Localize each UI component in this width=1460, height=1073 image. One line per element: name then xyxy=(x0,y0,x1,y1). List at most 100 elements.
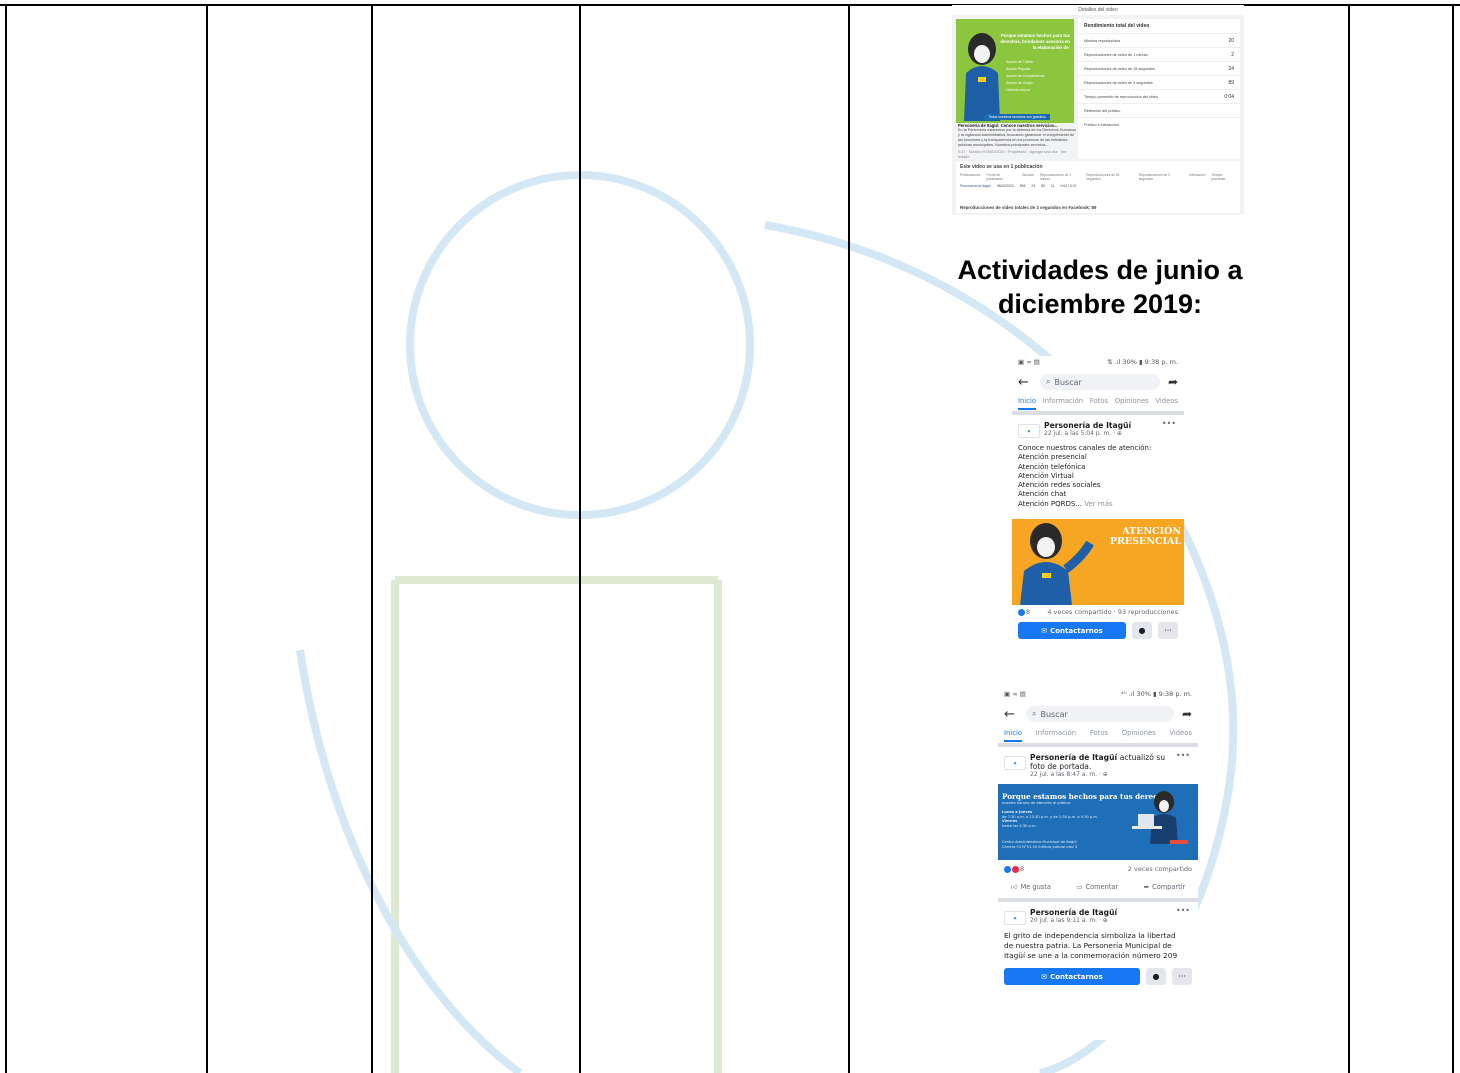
post-text-line: Atención PQRDS... xyxy=(1018,499,1082,508)
metric-value: 89 xyxy=(1228,79,1234,86)
cover-hours-line: hasta las 4:30 p.m. xyxy=(1002,823,1037,828)
post-date: 22 jul. a las 5:04 p. m. · ⊕ xyxy=(1044,430,1122,437)
tab-fotos[interactable]: Fotos xyxy=(1090,729,1108,743)
search-icon: ⌕ xyxy=(1046,377,1051,386)
share-button[interactable]: ➦ Compartir xyxy=(1144,883,1186,891)
share-icon[interactable]: ➦ xyxy=(1168,375,1178,389)
heading-line: diciembre 2019: xyxy=(997,289,1203,319)
more-options-icon[interactable]: ••• xyxy=(1176,906,1190,915)
atencion-presencial-image[interactable]: ATENCIÓN PRESENCIAL xyxy=(1012,519,1184,606)
performance-row[interactable]: Público e interacción xyxy=(1078,117,1240,131)
post-stats: 8 4 veces compartido · 93 reproducciones xyxy=(1012,605,1184,619)
tab-opiniones[interactable]: Opiniones xyxy=(1122,729,1156,743)
page-avatar[interactable]: ▣ xyxy=(1004,756,1026,770)
share-count[interactable]: 4 veces compartido · 93 reproducciones xyxy=(1047,608,1178,616)
contact-button[interactable]: ✉ Contactarnos xyxy=(1004,968,1140,985)
search-input[interactable]: ⌕ Buscar xyxy=(1040,374,1160,390)
metric-label: Público e interacción xyxy=(1084,122,1120,127)
messenger-icon: ● xyxy=(1138,626,1146,636)
table-column-border xyxy=(848,4,850,1073)
metric-label: Retención del público xyxy=(1084,108,1121,113)
contact-button[interactable]: ✉ Contactarnos xyxy=(1018,622,1126,640)
page-avatar[interactable]: ▣ xyxy=(1018,424,1040,438)
tab-videos[interactable]: Videos xyxy=(1169,729,1192,743)
table-column-border xyxy=(371,4,373,1073)
promo-headline: Porque estamos hechos para tus derechos,… xyxy=(1000,33,1070,50)
post-text-line: El grito de independencia simboliza la l… xyxy=(1004,931,1176,940)
post-text: El grito de independencia simboliza la l… xyxy=(998,927,1198,965)
performance-row[interactable]: Reproducciones de video de 3 segundos 89 xyxy=(1078,75,1240,89)
promo-service-item: Acción de Tutela xyxy=(1006,60,1033,64)
performance-row[interactable]: Minutos reproducidos 20 xyxy=(1078,33,1240,47)
cover-hours: Lunes a Jueves de 7:30 a.m. a 12:30 p.m.… xyxy=(1002,810,1098,828)
more-button[interactable]: ··· xyxy=(1172,968,1192,985)
reaction-number: 8 xyxy=(1026,608,1031,617)
more-options-icon[interactable]: ••• xyxy=(1162,419,1176,428)
reaction-count[interactable]: 8 xyxy=(1018,608,1030,616)
usage-column-header: Reproducciones de 1 minuto xyxy=(1040,173,1072,181)
cover-address-line: Centro Administrativo Municipal de Itagü… xyxy=(1002,840,1077,844)
bear-mascot-icon xyxy=(1020,523,1094,606)
performance-row[interactable]: Reproducciones de video de 15 segundos 24 xyxy=(1078,61,1240,75)
usage-columns: Publicaciones Fecha de publicación Alcan… xyxy=(956,173,1240,181)
reaction-number: 8 xyxy=(1020,865,1025,873)
tab-inicio[interactable]: Inicio xyxy=(1018,397,1036,410)
share-icon[interactable]: ➦ xyxy=(1182,707,1192,721)
tab-opiniones[interactable]: Opiniones xyxy=(1115,397,1149,411)
comment-icon: ▭ xyxy=(1076,883,1083,891)
performance-row[interactable]: Tiempo promedio de reproducción del vide… xyxy=(1078,89,1240,103)
page-name[interactable]: Personería de Itagüí xyxy=(1030,753,1117,762)
tab-fotos[interactable]: Fotos xyxy=(1090,397,1108,411)
usage-column-header: Reproducciones de 15 segundos xyxy=(1086,173,1120,181)
performance-title: Rendimiento total del video xyxy=(1084,23,1150,29)
reaction-count[interactable]: 8 xyxy=(1004,865,1024,873)
usage-cell: Personería de Itagüí xyxy=(960,184,991,188)
comment-button[interactable]: ▭ Comentar xyxy=(1076,883,1118,891)
share-count[interactable]: 2 veces compartido xyxy=(1128,865,1192,873)
promo-service-item: Acción de Cumplimiento xyxy=(1006,74,1045,78)
usage-row[interactable]: Personería de Itagüí 06/02/2020 894 24 8… xyxy=(956,181,1240,191)
back-arrow-icon[interactable]: ← xyxy=(1018,375,1032,390)
like-icon xyxy=(1004,865,1011,873)
see-more-link[interactable]: Ver más xyxy=(1084,500,1112,508)
usage-footer: Reproducciones de video totales de 3 seg… xyxy=(960,205,1097,210)
page-avatar[interactable]: ▣ xyxy=(1004,911,1026,925)
page-name[interactable]: Personería de Itagüí xyxy=(1030,908,1117,917)
messenger-button[interactable]: ● xyxy=(1132,622,1152,640)
banner-text: ATENCIÓN PRESENCIAL xyxy=(1110,527,1181,547)
tab-inicio[interactable]: Inicio xyxy=(1004,729,1022,742)
more-options-icon[interactable]: ••• xyxy=(1176,751,1190,760)
like-button[interactable]: 👍︎ Me gusta xyxy=(1011,883,1051,891)
cover-photo-image[interactable]: Porque estamos hechos para tus derechos … xyxy=(998,784,1198,860)
post-text-line: Conoce nuestros canales de atención: xyxy=(1018,444,1152,452)
promo-free-services-banner: Todos nuestros servicios son gratuitos xyxy=(984,114,1050,120)
contact-button-label: Contactarnos xyxy=(1050,972,1103,981)
post-text-line: Atención presencial xyxy=(1018,453,1087,462)
tab-informacion[interactable]: Información xyxy=(1043,397,1083,411)
usage-column-header: Publicaciones xyxy=(960,173,981,177)
status-bar: ▣ ∞ ▤ ⇅ .ıl 30% ▮ 9:38 p. m. xyxy=(1012,356,1184,370)
search-bar: ← ⌕ Buscar ➦ xyxy=(998,702,1198,726)
page-tabs: Inicio Información Fotos Opiniones Video… xyxy=(998,726,1198,747)
messenger-button[interactable]: ● xyxy=(1146,968,1166,985)
comment-label: Comentar xyxy=(1085,883,1119,891)
back-arrow-icon[interactable]: ← xyxy=(1004,707,1018,722)
promo-service-item: Acción de Grupo xyxy=(1006,81,1033,85)
tab-videos[interactable]: Videos xyxy=(1155,397,1178,411)
performance-row[interactable]: Reproducciones de video de 1 minuto 2 xyxy=(1078,47,1240,61)
post-text-line: Atención Virtual xyxy=(1018,471,1074,480)
promo-video-thumbnail: Porque estamos hechos para tus derechos,… xyxy=(956,19,1074,123)
usage-cell: 0:04 / 0:37 xyxy=(1060,184,1077,188)
more-button[interactable]: ··· xyxy=(1158,622,1178,640)
post-text-line: de nuestra patria. La Personería Municip… xyxy=(1004,941,1172,950)
usage-title: Este video se usa en 1 publicación xyxy=(960,164,1043,170)
post-header: ▣ Personería de Itagüí actualizó su foto… xyxy=(998,747,1198,780)
table-column-border xyxy=(579,4,581,1073)
tab-informacion[interactable]: Información xyxy=(1036,729,1076,743)
search-placeholder: Buscar xyxy=(1040,709,1068,719)
search-input[interactable]: ⌕ Buscar xyxy=(1026,706,1174,722)
post-stats: 8 2 veces compartido xyxy=(998,862,1198,876)
page-name[interactable]: Personería de Itagüí xyxy=(1044,421,1131,430)
performance-row[interactable]: Retención del público xyxy=(1078,103,1240,117)
video-post-caption: Personería de Itagüí: Conoce nuestros se… xyxy=(958,123,1076,160)
